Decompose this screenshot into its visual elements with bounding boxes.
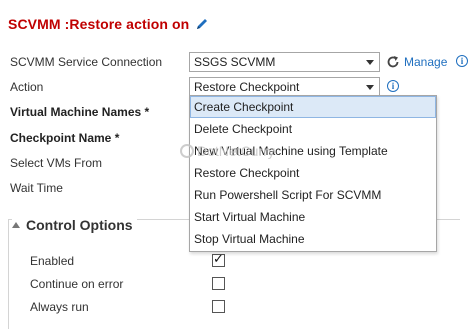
enabled-checkbox[interactable]: ✓: [212, 252, 225, 267]
enabled-label: Enabled: [30, 254, 75, 268]
dropdown-option[interactable]: New Virtual Machine using Template: [190, 140, 436, 162]
chevron-down-icon: [366, 85, 374, 90]
dropdown-option[interactable]: Stop Virtual Machine: [190, 228, 436, 250]
action-dropdown-list: Create Checkpoint Delete Checkpoint New …: [189, 95, 437, 252]
info-icon[interactable]: i: [387, 80, 399, 92]
action-label: Action: [10, 80, 44, 94]
dropdown-option[interactable]: Delete Checkpoint: [190, 118, 436, 140]
page-title-text: SCVMM :Restore action on: [8, 16, 190, 32]
checkmark-icon: ✓: [213, 252, 224, 267]
connection-label: SCVMM Service Connection: [10, 55, 163, 69]
always-run-checkbox[interactable]: [212, 300, 225, 313]
info-icon[interactable]: i: [456, 55, 468, 67]
dropdown-option[interactable]: Create Checkpoint: [190, 96, 436, 118]
refresh-icon[interactable]: [386, 55, 400, 69]
connection-select[interactable]: SSGS SCVMM: [189, 52, 380, 72]
manage-link[interactable]: Manage: [404, 55, 447, 69]
wait-time-label: Wait Time: [10, 181, 63, 195]
continue-on-error-label: Continue on error: [30, 277, 124, 291]
checkpoint-label: Checkpoint Name *: [10, 131, 120, 145]
action-select-value: Restore Checkpoint: [194, 80, 300, 94]
page-title: SCVMM :Restore action on: [8, 16, 209, 32]
dropdown-option[interactable]: Restore Checkpoint: [190, 162, 436, 184]
pencil-icon[interactable]: [195, 17, 209, 31]
action-select[interactable]: Restore Checkpoint: [189, 77, 380, 97]
always-run-label: Always run: [30, 300, 89, 314]
dropdown-option[interactable]: Run Powershell Script For SCVMM: [190, 184, 436, 206]
triangle-up-icon: [12, 222, 20, 228]
connection-select-value: SSGS SCVMM: [194, 55, 276, 69]
vm-names-label: Virtual Machine Names *: [10, 105, 150, 119]
continue-on-error-checkbox[interactable]: [212, 277, 225, 290]
control-options-header[interactable]: Control Options: [12, 217, 137, 233]
dropdown-option[interactable]: Start Virtual Machine: [190, 206, 436, 228]
chevron-down-icon: [366, 60, 374, 65]
select-vms-label: Select VMs From: [10, 156, 103, 170]
control-options-title: Control Options: [26, 217, 133, 233]
